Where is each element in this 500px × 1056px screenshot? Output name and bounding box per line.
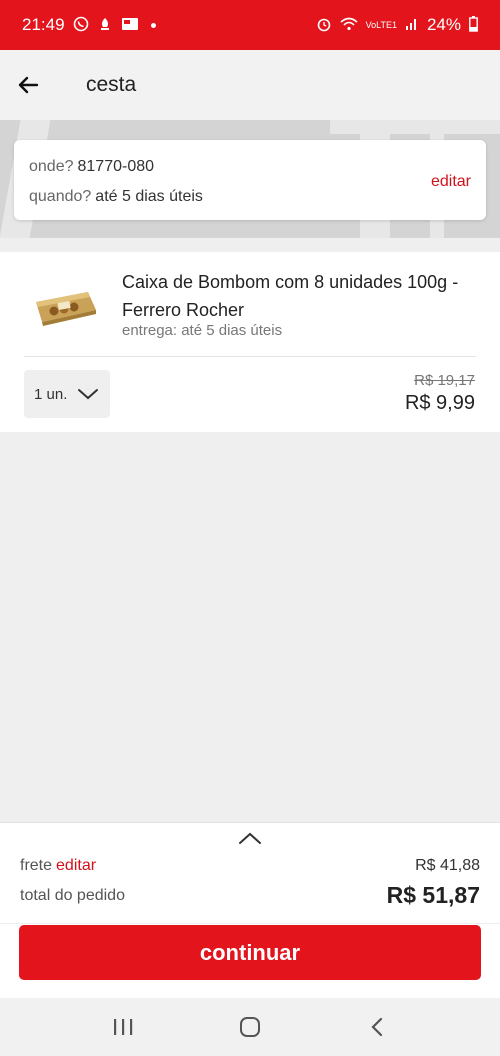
- continue-button[interactable]: continuar: [19, 925, 481, 980]
- delivery-info-card: onde? 81770-080 quando? até 5 dias úteis e…: [14, 140, 486, 220]
- edit-delivery-link[interactable]: editar: [431, 173, 471, 191]
- chevron-down-icon: [78, 389, 99, 400]
- total-value: R$ 51,87: [386, 882, 480, 908]
- news-icon: [121, 16, 139, 34]
- arrow-left-icon: [18, 76, 39, 94]
- cart-item: Caixa de Bombom com 8 unidades 100g - Fe…: [0, 252, 500, 432]
- chevron-up-icon: [239, 832, 261, 844]
- shipping-row: frete editar: [20, 857, 96, 875]
- product-image: [30, 280, 100, 330]
- recent-apps-button[interactable]: [103, 1007, 143, 1047]
- recent-apps-icon: [114, 1019, 133, 1035]
- volte-signal-icon: VoLTE1: [365, 19, 397, 30]
- system-back-button[interactable]: [357, 1007, 397, 1047]
- when-label: quando?: [29, 188, 92, 205]
- page-title: cesta: [86, 73, 137, 96]
- shipping-label: frete: [20, 857, 53, 874]
- where-label: onde?: [29, 158, 74, 175]
- summary-divider: [0, 923, 500, 924]
- status-bar: 21:49 VoLTE1 24%: [0, 0, 500, 50]
- product-delivery-note: entrega: até 5 dias úteis: [122, 322, 283, 339]
- original-price: R$ 19,17: [414, 372, 475, 389]
- signal-bars-icon: [405, 17, 419, 33]
- notification-icon: [97, 16, 113, 34]
- more-notifications-dot: [150, 22, 156, 28]
- home-icon: [239, 1017, 260, 1037]
- quantity-value: 1 un.: [34, 385, 68, 403]
- battery-icon: [469, 16, 478, 34]
- alarm-icon: [316, 16, 332, 34]
- edit-shipping-link[interactable]: editar: [56, 857, 96, 874]
- status-time: 21:49: [22, 15, 65, 34]
- back-icon: [371, 1017, 382, 1037]
- back-button[interactable]: [0, 57, 56, 113]
- wifi-icon: [340, 16, 358, 34]
- delivery-where: onde? 81770-080: [29, 158, 154, 176]
- zip-code: 81770-080: [77, 158, 155, 175]
- expand-summary-button[interactable]: [236, 829, 264, 849]
- current-price: R$ 9,99: [404, 392, 475, 414]
- app-bar: cesta: [0, 50, 500, 120]
- order-summary: frete editar R$ 41,88 total do pedido R$ …: [0, 822, 500, 998]
- whatsapp-icon: [73, 16, 89, 34]
- home-button[interactable]: [230, 1007, 270, 1047]
- shipping-value: R$ 41,88: [415, 857, 480, 874]
- item-divider: [24, 356, 476, 357]
- battery-percent: 24%: [426, 15, 461, 34]
- delivery-when: quando? até 5 dias úteis: [29, 188, 203, 206]
- product-name[interactable]: Caixa de Bombom com 8 unidades 100g - Fe…: [122, 268, 462, 324]
- system-nav-bar: [0, 998, 500, 1056]
- total-label: total do pedido: [20, 887, 125, 904]
- delivery-time: até 5 dias úteis: [95, 188, 203, 205]
- quantity-selector[interactable]: 1 un.: [24, 370, 110, 418]
